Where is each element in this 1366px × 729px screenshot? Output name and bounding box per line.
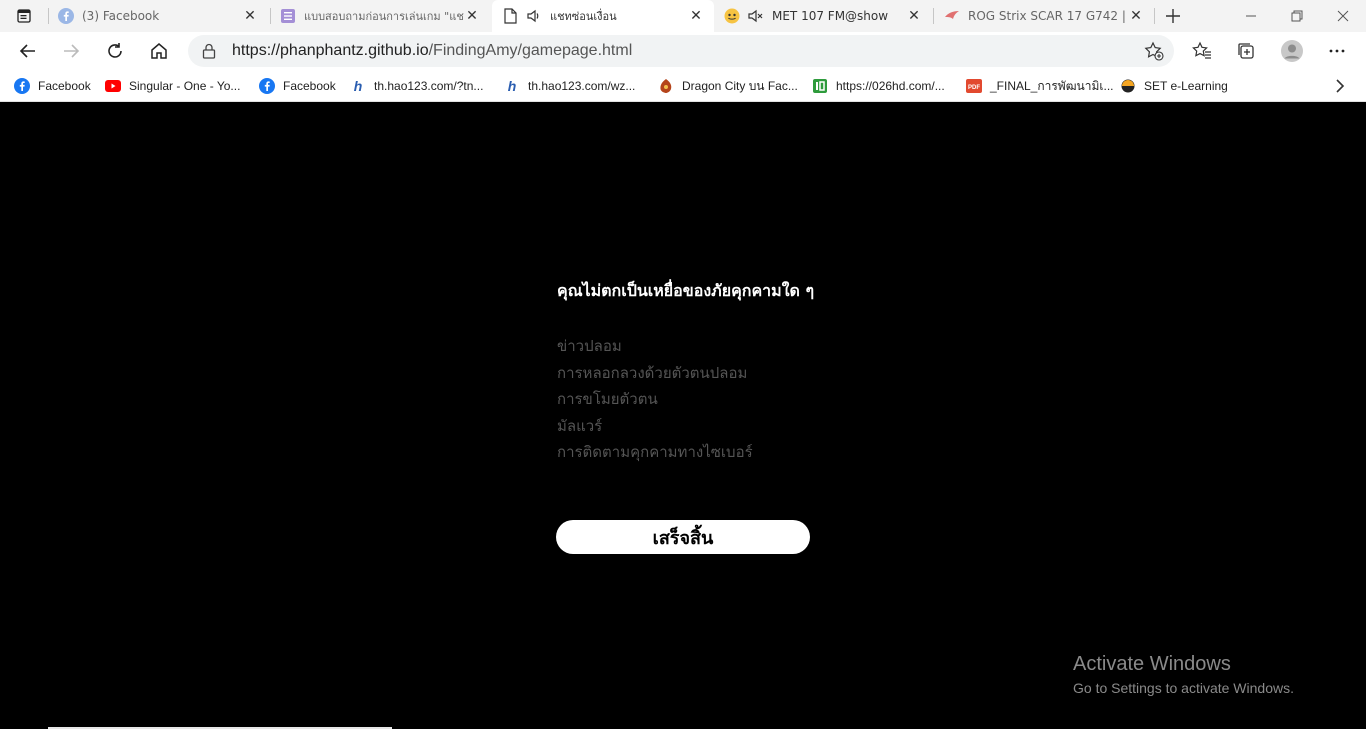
form-icon xyxy=(280,8,296,24)
bookmark-label: _FINAL_การพัฒนามิเ... xyxy=(990,78,1114,93)
minimize-button[interactable] xyxy=(1228,0,1274,32)
tab-survey[interactable]: แบบสอบถามก่อนการเล่นเกม "แชท ✕ xyxy=(270,0,490,32)
hd-icon xyxy=(812,78,828,94)
bookmark-label: SET e-Learning xyxy=(1144,79,1228,93)
tab-title: MET 107 FM@show xyxy=(772,9,889,23)
bookmark-label: Facebook xyxy=(38,79,91,93)
url-text[interactable]: https://phanphantz.github.io/FindingAmy/… xyxy=(232,42,632,60)
tab-actions-button[interactable] xyxy=(8,6,40,26)
threat-item: การติดตามคุกคามทางไซเบอร์ xyxy=(557,443,753,461)
hao123-icon: h xyxy=(353,78,363,94)
bookmark-dragon-city[interactable]: Dragon City บน Fac... xyxy=(658,76,798,96)
favorites-button[interactable] xyxy=(1187,36,1217,66)
threat-item: การหลอกลวงด้วยตัวตนปลอม xyxy=(557,363,748,382)
finish-button[interactable]: เสร็จสิ้น xyxy=(556,520,810,554)
close-icon xyxy=(1337,10,1349,22)
plus-icon xyxy=(1166,9,1180,23)
url-path: /FindingAmy/gamepage.html xyxy=(428,42,633,59)
url-host: https://phanphantz.github.io xyxy=(232,42,429,59)
bookmark-label: th.hao123.com/wz... xyxy=(528,79,636,93)
chevron-right-icon[interactable] xyxy=(1332,78,1348,94)
watermark-title: Activate Windows xyxy=(1073,653,1231,675)
collections-icon xyxy=(1238,43,1254,59)
bookmark-label: https://026hd.com/... xyxy=(836,79,945,93)
bookmark-label: th.hao123.com/?tn... xyxy=(374,79,484,93)
tab-title: ROG Strix SCAR 17 G742 | ROG xyxy=(968,9,1128,23)
avatar-icon xyxy=(1281,40,1303,62)
back-button[interactable] xyxy=(13,36,43,66)
bookmark-set[interactable]: SET e-Learning xyxy=(1120,76,1228,96)
lock-icon[interactable] xyxy=(202,43,216,59)
facebook-icon xyxy=(14,78,30,94)
tab-radio[interactable]: MET 107 FM@show ✕ xyxy=(714,0,932,32)
game-page: คุณไม่ตกเป็นเหยื่อของภัยคุกคามใด ๆ ข่าวป… xyxy=(0,103,1366,729)
tab-actions-icon xyxy=(17,9,31,23)
bookmarks-bar: Facebook Singular - One - Yo... Facebook… xyxy=(0,70,1366,102)
bookmark-label: Facebook xyxy=(283,79,336,93)
close-window-button[interactable] xyxy=(1320,0,1366,32)
settings-menu-button[interactable] xyxy=(1322,36,1352,66)
close-icon[interactable]: ✕ xyxy=(906,8,922,24)
threat-item: มัลแวร์ xyxy=(557,416,603,435)
close-icon[interactable]: ✕ xyxy=(688,8,704,24)
emoji-icon xyxy=(724,8,740,24)
collections-button[interactable] xyxy=(1231,36,1261,66)
pdf-icon: PDF xyxy=(966,78,982,94)
svg-text:PDF: PDF xyxy=(968,85,980,91)
bookmark-pdf[interactable]: PDF _FINAL_การพัฒนามิเ... xyxy=(966,76,1114,96)
facebook-icon xyxy=(58,8,74,24)
more-icon xyxy=(1329,49,1345,53)
youtube-icon xyxy=(105,78,121,94)
bookmark-026hd[interactable]: https://026hd.com/... xyxy=(812,76,945,96)
result-heading: คุณไม่ตกเป็นเหยื่อของภัยคุกคามใด ๆ xyxy=(557,281,815,300)
bookmark-label: Singular - One - Yo... xyxy=(129,79,241,93)
back-arrow-icon xyxy=(19,44,35,58)
restore-button[interactable] xyxy=(1274,0,1320,32)
refresh-icon xyxy=(108,43,122,58)
tab-strip: (3) Facebook ✕ แบบสอบถามก่อนการเล่นเกม "… xyxy=(0,0,1366,32)
hao123-icon: h xyxy=(507,78,517,94)
threat-list: ข่าวปลอม การหลอกลวงด้วยตัวตนปลอม การขโมย… xyxy=(557,334,753,467)
favorites-icon xyxy=(1192,41,1211,59)
add-favorite-icon[interactable] xyxy=(1144,41,1164,61)
minimize-icon xyxy=(1246,15,1256,17)
bookmark-youtube[interactable]: Singular - One - Yo... xyxy=(105,76,240,96)
threat-item: การขโมยตัวตน xyxy=(557,390,658,408)
close-icon[interactable]: ✕ xyxy=(1128,8,1144,24)
dragon-icon xyxy=(658,78,674,94)
refresh-button[interactable] xyxy=(100,36,130,66)
tab-title: (3) Facebook xyxy=(82,9,160,23)
muted-speaker-icon[interactable] xyxy=(748,8,764,24)
bookmark-facebook-2[interactable]: Facebook xyxy=(259,76,336,96)
home-button[interactable] xyxy=(144,36,174,66)
profile-button[interactable] xyxy=(1277,36,1307,66)
forward-button[interactable] xyxy=(56,36,86,66)
close-icon[interactable]: ✕ xyxy=(242,8,258,24)
rog-icon xyxy=(944,8,960,24)
page-icon xyxy=(502,8,518,24)
browser-toolbar: https://phanphantz.github.io/FindingAmy/… xyxy=(0,32,1366,70)
bookmark-hao123[interactable]: h th.hao123.com/?tn... xyxy=(350,76,484,96)
facebook-icon xyxy=(259,78,275,94)
restore-icon xyxy=(1291,10,1303,22)
bookmark-facebook[interactable]: Facebook xyxy=(14,76,91,96)
home-icon xyxy=(151,43,167,59)
speaker-icon[interactable] xyxy=(526,8,542,24)
new-tab-button[interactable] xyxy=(1162,5,1184,27)
close-icon[interactable]: ✕ xyxy=(464,8,480,24)
address-bar[interactable]: https://phanphantz.github.io/FindingAmy/… xyxy=(188,35,1174,67)
activate-windows-watermark: Activate Windows Go to Settings to activ… xyxy=(1073,652,1294,700)
bookmark-hao123-2[interactable]: h th.hao123.com/wz... xyxy=(504,76,636,96)
tab-title: แบบสอบถามก่อนการเล่นเกม "แชท xyxy=(304,10,464,23)
set-icon xyxy=(1120,78,1136,94)
tab-rog[interactable]: ROG Strix SCAR 17 G742 | ROG ✕ xyxy=(934,0,1154,32)
watermark-subtitle: Go to Settings to activate Windows. xyxy=(1073,680,1294,696)
threat-item: ข่าวปลอม xyxy=(557,337,622,355)
tab-title: แชทซ่อนเงื่อน xyxy=(550,10,617,23)
tab-game-active[interactable]: แชทซ่อนเงื่อน ✕ xyxy=(492,0,714,32)
tab-facebook[interactable]: (3) Facebook ✕ xyxy=(48,0,268,32)
bookmark-label: Dragon City บน Fac... xyxy=(682,78,798,93)
tab-separator xyxy=(1154,8,1155,24)
forward-arrow-icon xyxy=(64,44,80,58)
